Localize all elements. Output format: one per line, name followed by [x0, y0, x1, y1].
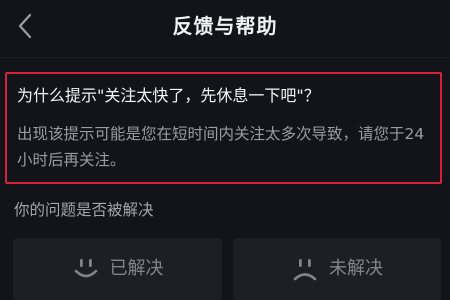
- nav-bar: 反馈与帮助: [0, 0, 450, 52]
- faq-answer: 出现该提示可能是您在短时间内关注太多次导致，请您于24小时后再关注。: [17, 125, 425, 169]
- resolved-button[interactable]: 已解决: [13, 238, 222, 300]
- nav-divider: [0, 57, 450, 58]
- page-title: 反馈与帮助: [172, 14, 278, 38]
- faq-card: 为什么提示"关注太快了，先休息一下吧"？ 出现该提示可能是您在短时间内关注太多次…: [5, 72, 442, 184]
- faq-question: 为什么提示"关注太快了，先休息一下吧"？: [17, 86, 320, 105]
- smile-icon: [74, 259, 97, 278]
- unresolved-label: 未解决: [329, 258, 383, 279]
- resolved-label: 已解决: [109, 258, 164, 279]
- unresolved-button[interactable]: 未解决: [233, 238, 441, 300]
- feedback-prompt: 你的问题是否被解决: [14, 201, 154, 219]
- frown-icon: [293, 259, 317, 281]
